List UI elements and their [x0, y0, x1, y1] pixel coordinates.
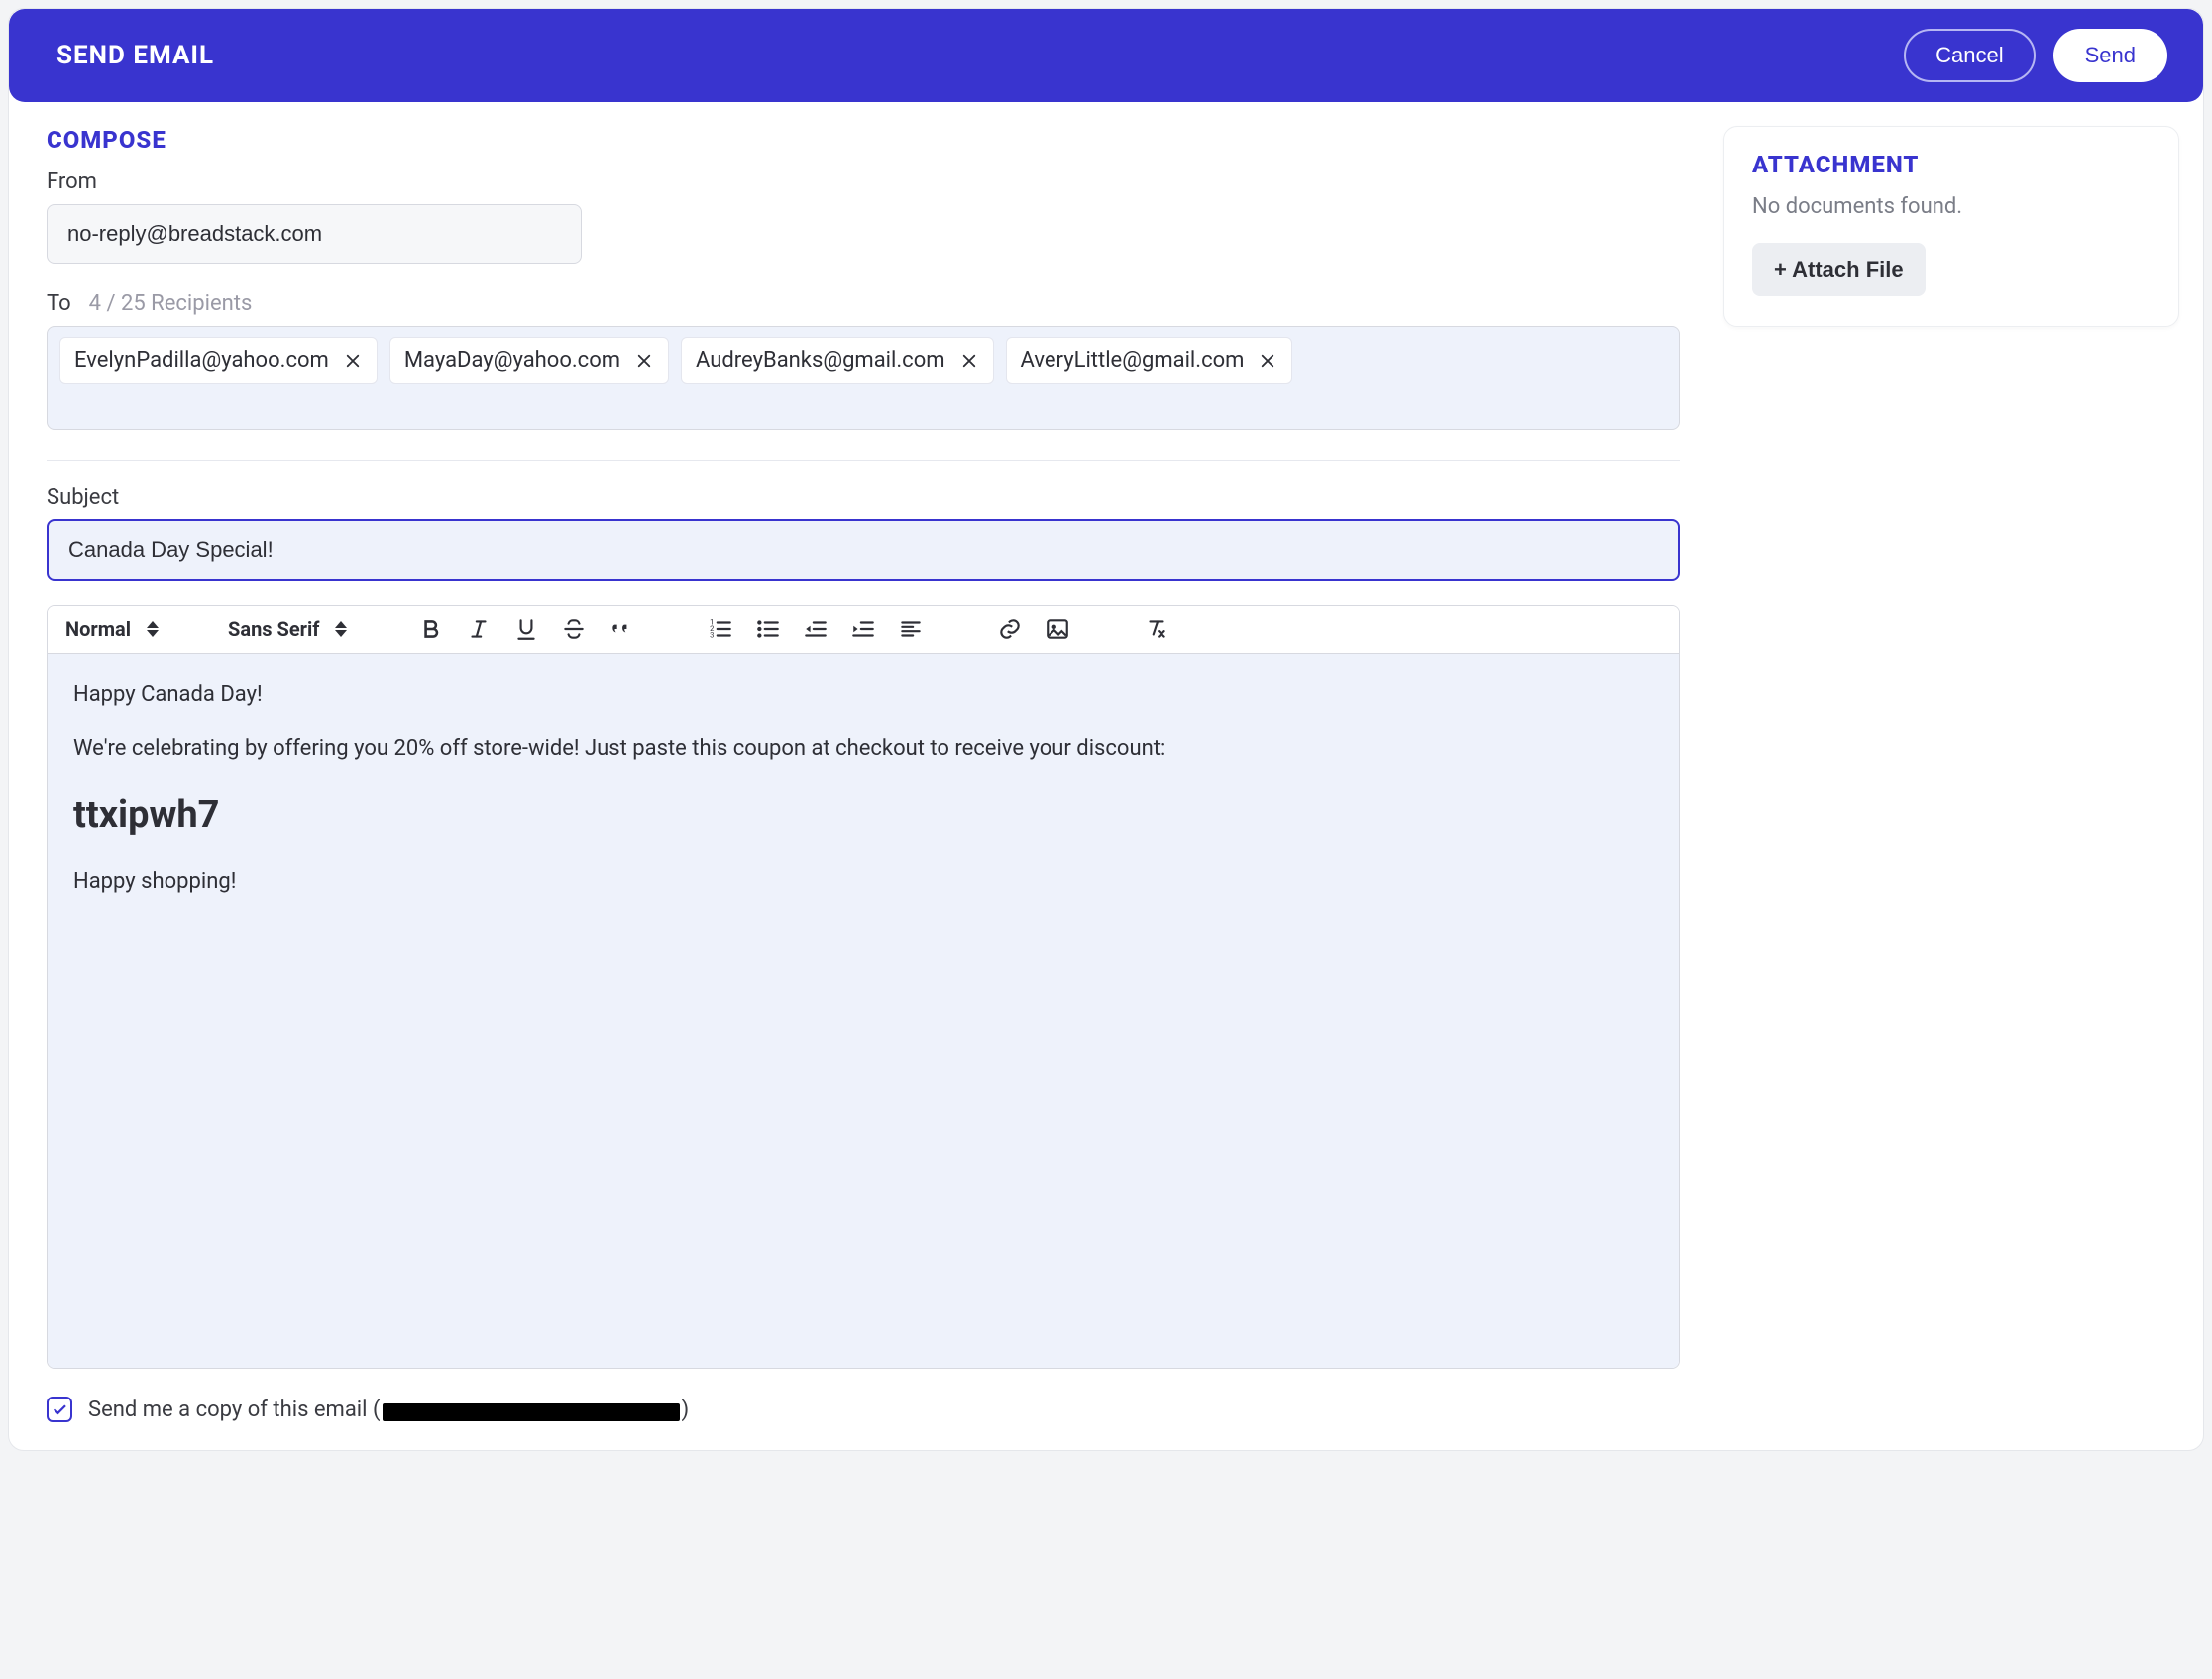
coupon-code: ttxipwh7: [73, 787, 1653, 843]
send-copy-label: Send me a copy of this email ( ): [88, 1398, 689, 1422]
recipient-email: AveryLittle@gmail.com: [1021, 348, 1245, 373]
attachment-panel: ATTACHMENT No documents found. + Attach …: [1723, 126, 2179, 327]
blockquote-button[interactable]: [607, 615, 636, 644]
header-actions: Cancel Send: [1904, 29, 2167, 82]
attachment-empty-text: No documents found.: [1752, 194, 2151, 219]
italic-button[interactable]: [464, 615, 494, 644]
cancel-button[interactable]: Cancel: [1904, 29, 2035, 82]
to-label-row: To 4 / 25 Recipients: [47, 291, 1680, 316]
recipients-input[interactable]: EvelynPadilla@yahoo.com MayaDay@yahoo.co…: [47, 326, 1680, 430]
attachment-heading: ATTACHMENT: [1752, 151, 2151, 178]
body-line: Happy shopping!: [73, 865, 1653, 898]
recipient-chip: AudreyBanks@gmail.com: [681, 337, 994, 384]
editor-toolbar: Normal Sans Serif: [48, 606, 1679, 654]
updown-icon: [147, 621, 159, 637]
font-family-select[interactable]: Sans Serif: [228, 614, 347, 645]
editor-content[interactable]: Happy Canada Day! We're celebrating by o…: [48, 654, 1679, 1368]
recipient-chip: MayaDay@yahoo.com: [389, 337, 669, 384]
image-button[interactable]: [1043, 615, 1072, 644]
recipients-count: 4 / 25 Recipients: [89, 291, 253, 316]
strikethrough-button[interactable]: [559, 615, 589, 644]
send-email-modal: SEND EMAIL Cancel Send COMPOSE From To 4…: [8, 8, 2204, 1451]
paragraph-style-select[interactable]: Normal: [65, 614, 159, 645]
redacted-email: [383, 1403, 680, 1421]
compose-heading: COMPOSE: [47, 126, 1680, 154]
remove-recipient-icon[interactable]: [959, 351, 979, 371]
font-family-value: Sans Serif: [228, 617, 319, 641]
subject-input[interactable]: [47, 519, 1680, 581]
recipient-email: MayaDay@yahoo.com: [404, 348, 620, 373]
recipient-chip: EvelynPadilla@yahoo.com: [59, 337, 378, 384]
outdent-button[interactable]: [801, 615, 830, 644]
check-icon: [51, 1400, 68, 1418]
attach-file-button[interactable]: + Attach File: [1752, 243, 1926, 296]
modal-header: SEND EMAIL Cancel Send: [9, 9, 2203, 102]
align-button[interactable]: [896, 615, 926, 644]
modal-title: SEND EMAIL: [56, 41, 214, 70]
ordered-list-button[interactable]: 123: [706, 615, 735, 644]
indent-button[interactable]: [848, 615, 878, 644]
send-copy-row: Send me a copy of this email ( ): [47, 1397, 1680, 1422]
remove-recipient-icon[interactable]: [343, 351, 363, 371]
recipient-email: EvelynPadilla@yahoo.com: [74, 348, 329, 373]
clear-formatting-button[interactable]: [1142, 615, 1171, 644]
body-line: Happy Canada Day!: [73, 678, 1653, 711]
send-button[interactable]: Send: [2053, 29, 2167, 82]
body-line: We're celebrating by offering you 20% of…: [73, 732, 1653, 765]
paragraph-style-value: Normal: [65, 617, 131, 641]
svg-text:3: 3: [711, 631, 715, 640]
bold-button[interactable]: [416, 615, 446, 644]
recipient-chip: AveryLittle@gmail.com: [1006, 337, 1293, 384]
from-label: From: [47, 169, 1680, 194]
bullet-list-button[interactable]: [753, 615, 783, 644]
recipient-email: AudreyBanks@gmail.com: [696, 348, 945, 373]
send-copy-checkbox[interactable]: [47, 1397, 72, 1422]
divider: [47, 460, 1680, 461]
link-button[interactable]: [995, 615, 1025, 644]
subject-label: Subject: [47, 485, 1680, 509]
modal-body: COMPOSE From To 4 / 25 Recipients Evelyn…: [9, 102, 2203, 1450]
from-input[interactable]: [47, 204, 582, 264]
to-label: To: [47, 291, 71, 316]
compose-panel: COMPOSE From To 4 / 25 Recipients Evelyn…: [33, 126, 1688, 1422]
rich-text-editor: Normal Sans Serif: [47, 605, 1680, 1369]
remove-recipient-icon[interactable]: [1258, 351, 1277, 371]
updown-icon: [335, 621, 347, 637]
remove-recipient-icon[interactable]: [634, 351, 654, 371]
underline-button[interactable]: [511, 615, 541, 644]
